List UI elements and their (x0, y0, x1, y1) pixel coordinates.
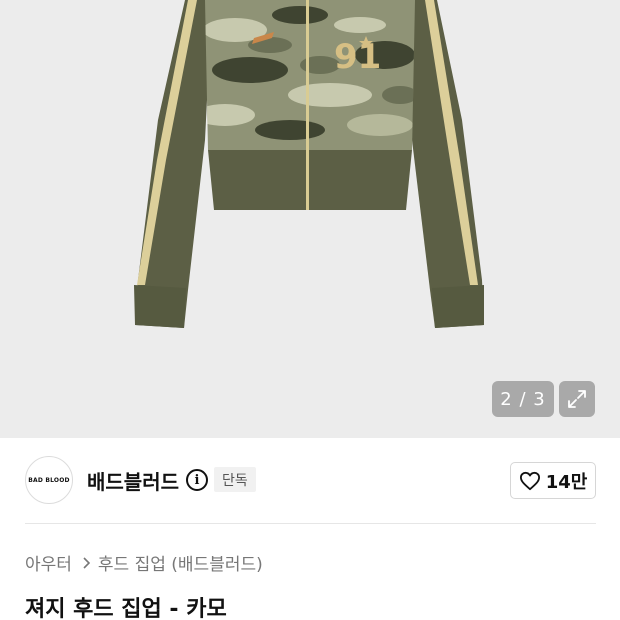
chevron-right-icon (82, 556, 90, 569)
expand-icon (568, 390, 586, 408)
image-counter: 2 / 3 (492, 381, 554, 417)
info-icon[interactable]: i (186, 469, 208, 491)
divider (25, 523, 596, 524)
product-image: 91 (0, 0, 620, 438)
breadcrumb-category[interactable]: 아우터 (25, 550, 72, 575)
breadcrumb-subcategory[interactable]: 후드 집업 (배드블러드) (98, 550, 263, 575)
product-image-gallery[interactable]: 91 2 / 3 (0, 0, 620, 438)
like-count: 14만 (545, 471, 588, 493)
brand-name[interactable]: 배드블러드 (87, 466, 179, 495)
heart-icon (519, 471, 540, 490)
svg-text:91: 91 (334, 37, 381, 77)
product-title: 져지 후드 집업 - 카모 (25, 597, 227, 620)
breadcrumb: 아우터 후드 집업 (배드블러드) (25, 550, 263, 575)
brand-row: BAD BLOOD 배드블러드 i 단독 14만 (0, 438, 620, 524)
brand-logo-text: BAD BLOOD (28, 476, 70, 484)
brand-logo[interactable]: BAD BLOOD (25, 456, 73, 504)
expand-button[interactable] (559, 381, 595, 417)
exclusive-badge: 단독 (214, 467, 256, 492)
like-button[interactable]: 14만 (510, 462, 596, 499)
